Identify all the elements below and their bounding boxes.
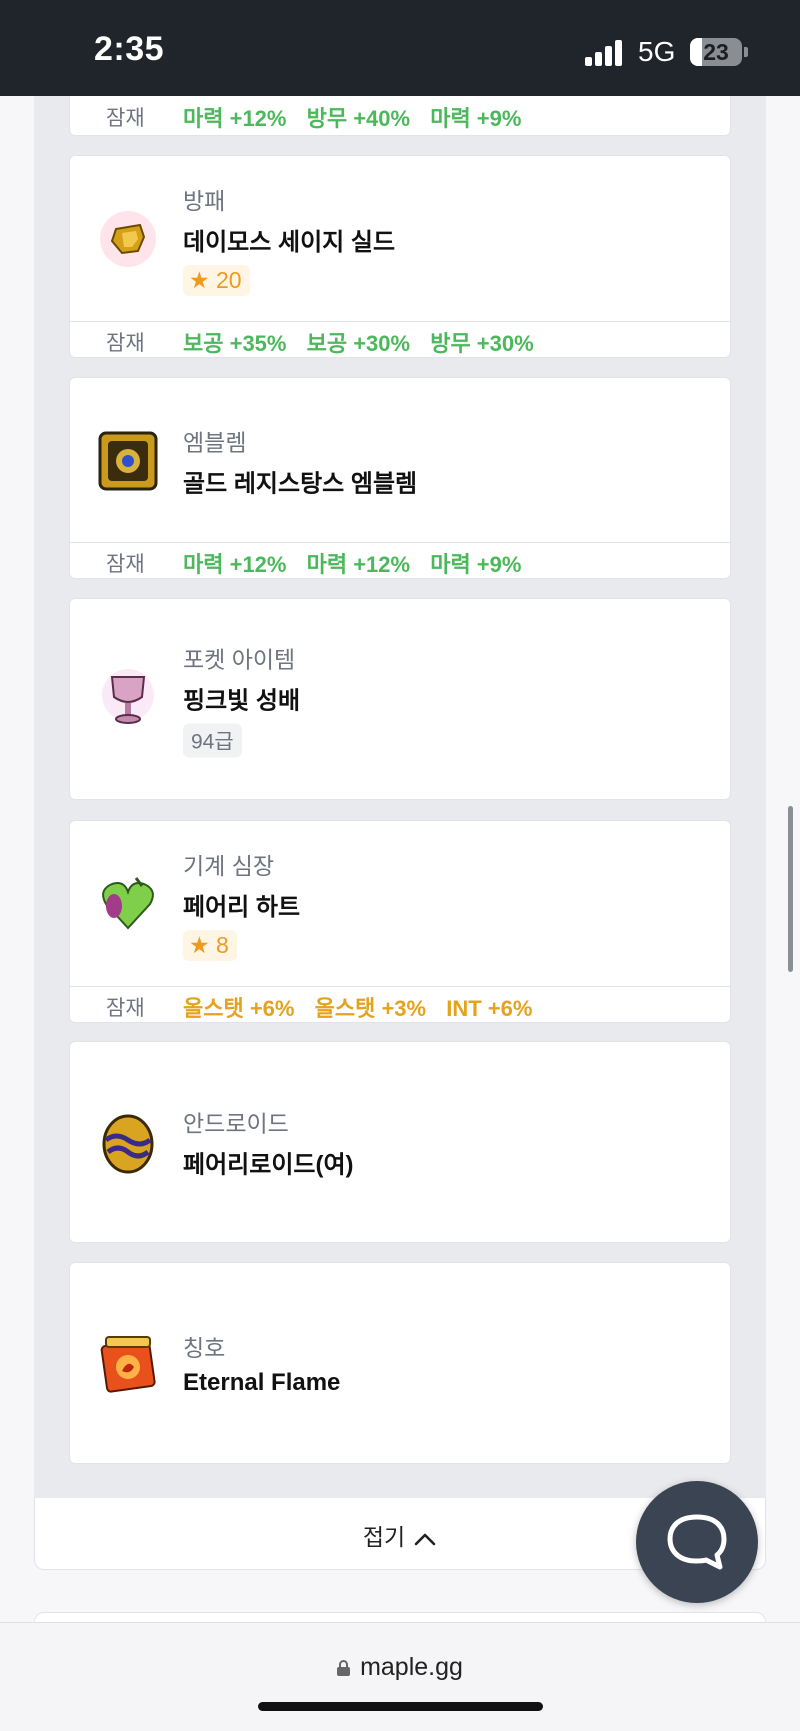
potential-line: 마력 +12%: [183, 552, 287, 577]
potential-row: 잠재 마력 +12% 마력 +12% 마력 +9%: [70, 542, 730, 578]
item-texts: 안드로이드 페어리로이드(여): [183, 1105, 354, 1180]
item-category: 안드로이드: [183, 1110, 289, 1137]
item-name: 페어리 하트: [183, 894, 301, 921]
potential-line: INT +6%: [446, 996, 533, 1021]
chat-bubble-icon: [667, 1514, 727, 1570]
status-bar: 2:35 5G 23: [0, 0, 800, 96]
item-name: 핑크빛 성배: [183, 687, 301, 715]
potential-line: 방무 +30%: [430, 331, 534, 356]
item-category: 방패: [183, 188, 226, 214]
potential-label: 잠재: [106, 553, 145, 576]
potential-label: 잠재: [106, 997, 145, 1020]
potential-line: 방무 +40%: [306, 106, 411, 131]
potential-values: 보공 +35% 보공 +30% 방무 +30%: [183, 326, 548, 358]
starforce-badge: ★ 20: [183, 265, 250, 296]
potential-line: 마력 +12%: [306, 552, 411, 577]
network-type: 5G: [638, 36, 676, 67]
title-medal-icon: [100, 1336, 156, 1393]
item-texts: 포켓 아이템 핑크빛 성배 94급: [183, 641, 300, 758]
potential-row: 잠재 보공 +35% 보공 +30% 방무 +30%: [70, 321, 730, 357]
item-card-heart[interactable]: 기계 심장 페어리 하트 ★ 8 잠재 올스탯 +6% 올스탯 +3% INT …: [69, 820, 731, 1023]
signal-icon: [585, 40, 625, 66]
home-indicator: [258, 1702, 543, 1711]
potential-line: 보공 +35%: [183, 331, 287, 356]
item-category: 기계 심장: [183, 853, 275, 879]
item-card-emblem[interactable]: 엠블렘 골드 레지스탕스 엠블렘 잠재 마력 +12% 마력 +12% 마력 +…: [69, 377, 731, 579]
emblem-icon: [98, 431, 158, 490]
potential-line: 마력 +9%: [430, 106, 522, 131]
starforce-badge: ★ 8: [183, 930, 237, 961]
item-card-partial[interactable]: 잠재 마력 +12% 방무 +40% 마력 +9%: [69, 96, 731, 136]
potential-values: 마력 +12% 마력 +12% 마력 +9%: [183, 547, 535, 579]
android-egg-icon: [102, 1114, 154, 1174]
battery-tip: [744, 47, 748, 57]
potential-values: 마력 +12% 방무 +40% 마력 +9%: [183, 101, 535, 133]
potential-line: 마력 +12%: [183, 106, 287, 131]
item-card-shield[interactable]: 방패 데이모스 세이지 실드 ★ 20 잠재 보공 +35% 보공 +30% 방…: [69, 155, 731, 358]
potential-line: 올스탯 +3%: [314, 996, 427, 1021]
potential-label: 잠재: [106, 332, 145, 355]
heart-icon: [102, 877, 154, 930]
potential-label: 잠재: [106, 107, 145, 130]
chat-button[interactable]: [636, 1481, 758, 1603]
item-name: 페어리로이드(여): [183, 1151, 354, 1179]
chevron-up-icon: [413, 1526, 437, 1553]
item-name: Eternal Flame: [183, 1369, 341, 1396]
item-category: 포켓 아이템: [183, 646, 296, 673]
shield-icon: [100, 211, 156, 267]
potential-values: 올스탯 +6% 올스탯 +3% INT +6%: [183, 991, 546, 1023]
grade-badge: 94급: [183, 723, 242, 758]
fold-label: 접기: [362, 1524, 406, 1550]
item-texts: 칭호 Eternal Flame: [183, 1329, 340, 1397]
item-category: 엠블렘: [183, 429, 247, 455]
potential-line: 올스탯 +6%: [183, 996, 295, 1021]
item-texts: 엠블렘 골드 레지스탕스 엠블렘: [183, 423, 417, 498]
item-category: 칭호: [183, 1335, 226, 1361]
item-texts: 방패 데이모스 세이지 실드 ★ 20: [183, 182, 395, 296]
status-time: 2:35: [94, 30, 165, 68]
item-card-android[interactable]: 안드로이드 페어리로이드(여): [69, 1041, 731, 1243]
item-name: 데이모스 세이지 실드: [183, 229, 396, 256]
url-text: maple.gg: [360, 1653, 463, 1681]
battery-level: 23: [703, 39, 729, 65]
potential-line: 보공 +30%: [306, 331, 411, 356]
scrollbar[interactable]: [788, 806, 793, 972]
url-display[interactable]: maple.gg: [0, 1653, 800, 1682]
battery-icon: 23: [690, 38, 742, 66]
item-card-pocket[interactable]: 포켓 아이템 핑크빛 성배 94급: [69, 598, 731, 800]
lock-icon: [337, 1654, 351, 1676]
browser-url-bar[interactable]: maple.gg: [0, 1622, 800, 1731]
potential-row: 잠재 올스탯 +6% 올스탯 +3% INT +6%: [70, 986, 730, 1022]
item-texts: 기계 심장 페어리 하트 ★ 8: [183, 847, 300, 961]
item-card-title[interactable]: 칭호 Eternal Flame: [69, 1262, 731, 1464]
item-name: 골드 레지스탕스 엠블렘: [183, 470, 418, 497]
chalice-icon: [102, 669, 154, 724]
potential-line: 마력 +9%: [430, 552, 522, 577]
